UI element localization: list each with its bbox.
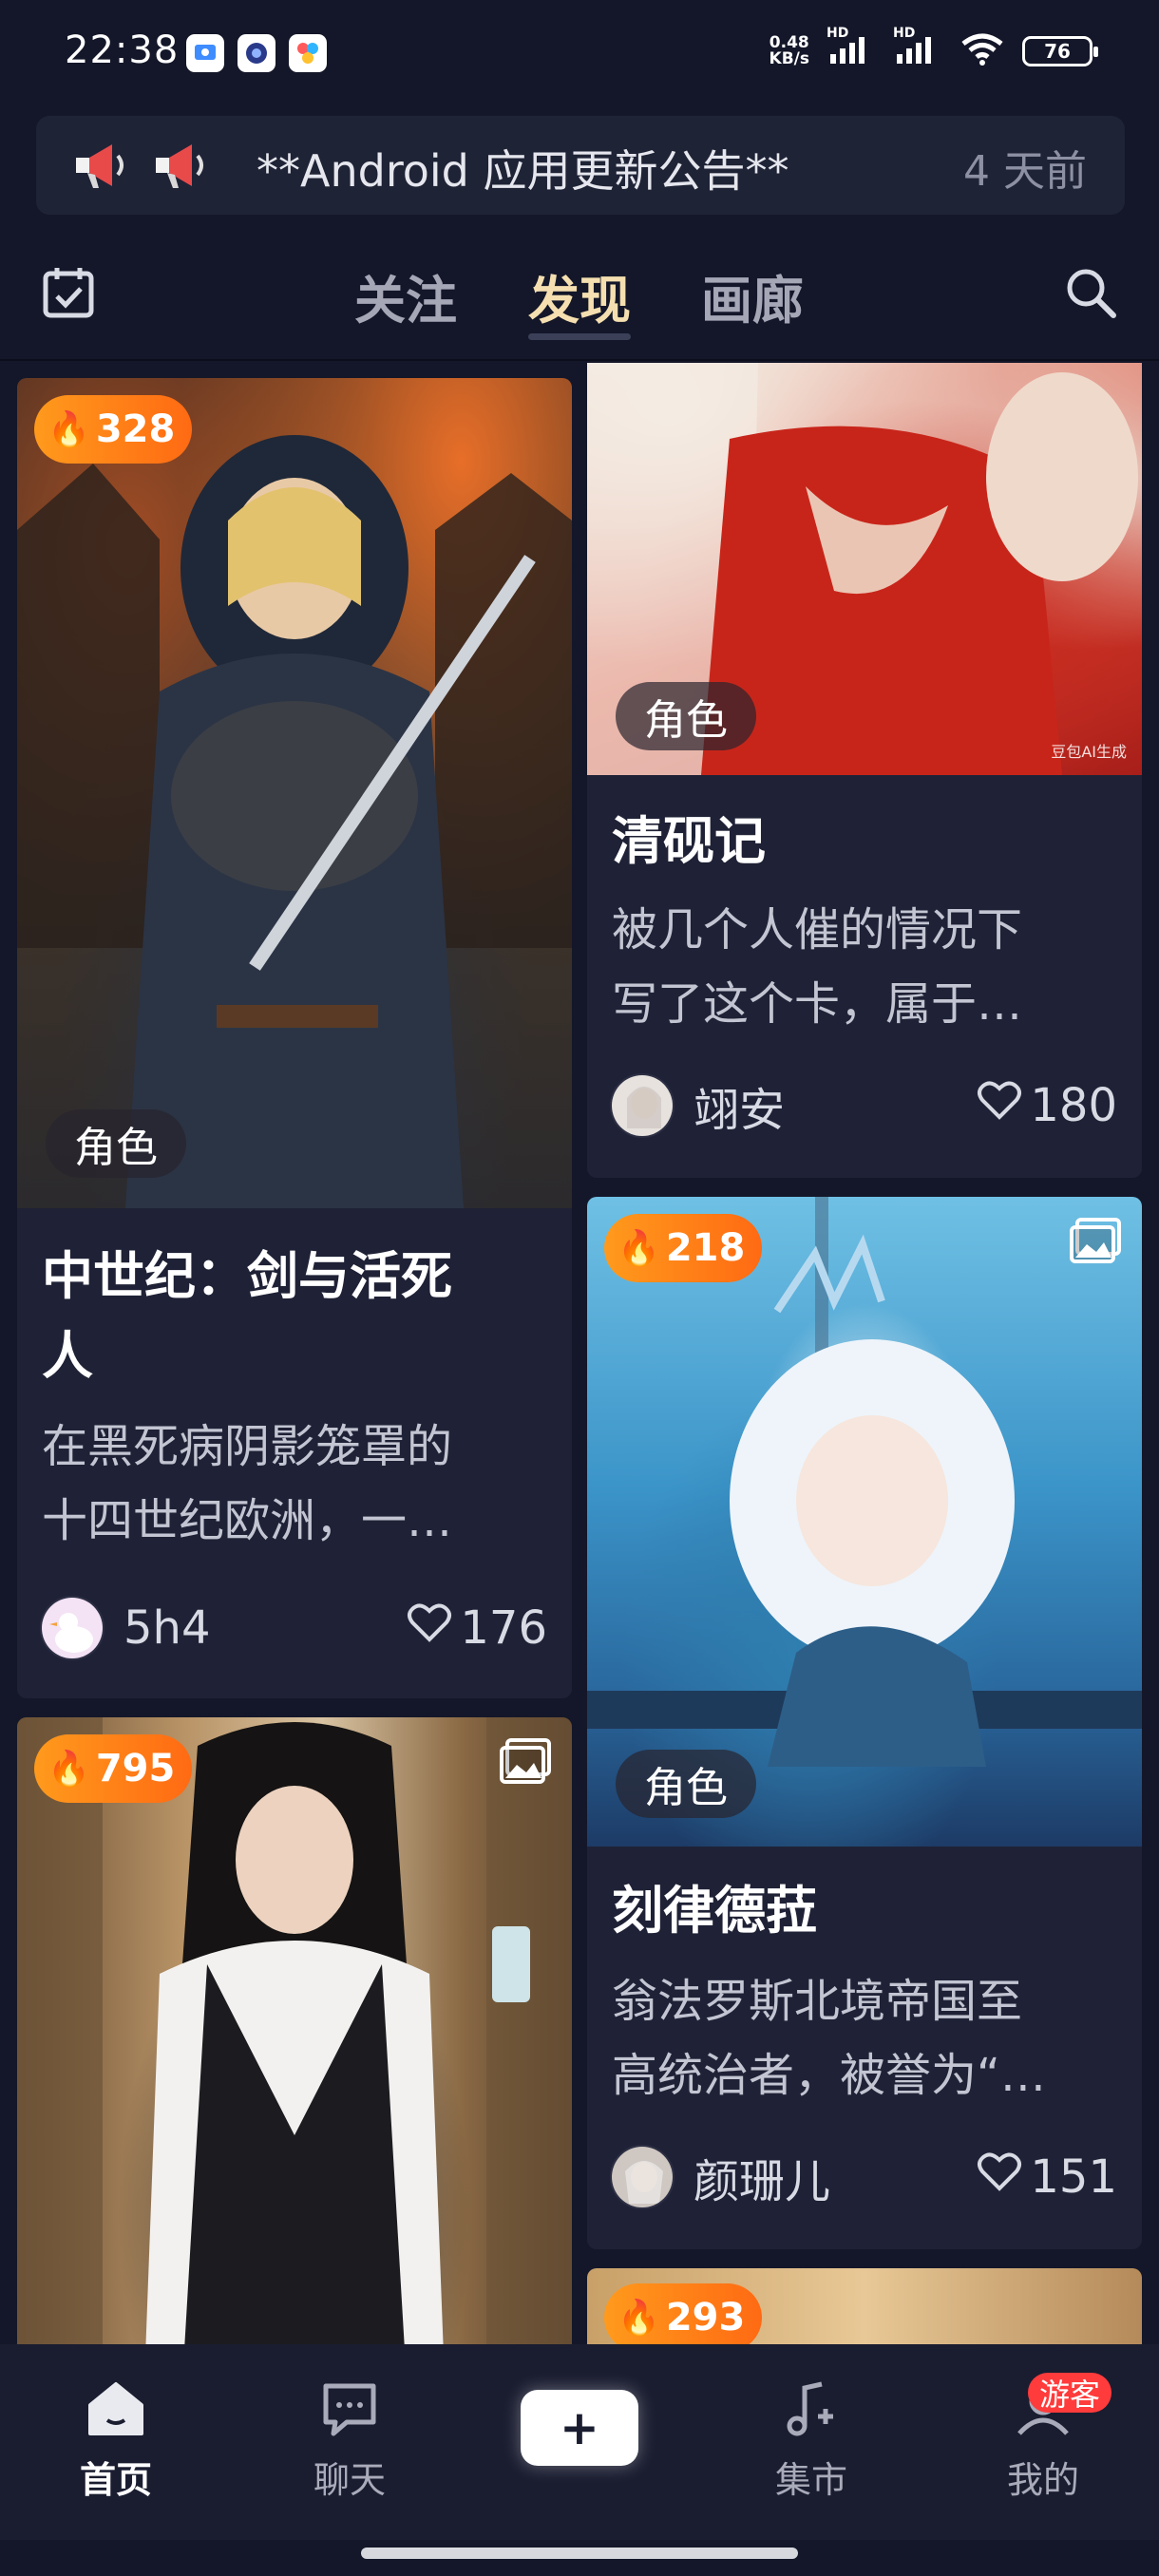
avatar[interactable] — [610, 2145, 674, 2209]
flame-icon: 🔥 — [48, 410, 90, 449]
card-description: 被几个人催的情况下 写了这个卡，属于… — [612, 903, 1023, 1031]
character-card[interactable]: 🔥 218 角色 刻律德菈 翁法罗斯北境帝国至 高统治者，被誉为“… 颜珊儿 1… — [587, 1197, 1142, 2249]
announcement-banner[interactable]: **Android 应用更新公告** 4 天前 — [36, 116, 1125, 215]
author-name[interactable]: 翊安 — [694, 1072, 977, 1139]
gallery-icon — [498, 1736, 553, 1790]
avatar[interactable] — [40, 1596, 104, 1660]
card-image: 🔥 328 角色 — [17, 378, 572, 1208]
wifi-icon — [960, 32, 1005, 70]
active-tab-indicator — [528, 333, 631, 340]
signal-icon: HD — [826, 26, 876, 69]
tab-gallery[interactable]: 画廊 — [701, 258, 804, 333]
status-bar: 22:38 0.48 KB/s HD HD 76 — [0, 0, 1159, 95]
hot-badge: 🔥 795 — [34, 1734, 193, 1803]
megaphone-icon — [70, 139, 129, 196]
card-footer: 翊安 180 — [610, 1071, 1117, 1140]
nav-item-market[interactable]: 集市 — [726, 2378, 897, 2503]
character-card[interactable]: 豆包AI生成 角色 清砚记 被几个人催的情况下 写了这个卡，属于… 翊安 180 — [587, 363, 1142, 1178]
flame-icon: 🔥 — [618, 1229, 660, 1268]
hot-badge: 🔥 218 — [604, 1214, 763, 1282]
card-image: 🔥 795 — [17, 1717, 572, 2382]
profile-icon — [1012, 2387, 1074, 2443]
category-tag: 角色 — [616, 682, 756, 750]
author-name[interactable]: 颜珊儿 — [694, 2144, 977, 2210]
gallery-icon — [1068, 1216, 1123, 1269]
avatar[interactable] — [610, 1073, 674, 1138]
author-name[interactable]: 5h4 — [124, 1601, 407, 1655]
card-footer: 颜珊儿 151 — [610, 2143, 1117, 2211]
signal-icon: HD — [893, 26, 942, 69]
battery-icon: 76 — [1022, 36, 1098, 66]
status-indicators: 0.48 KB/s HD HD 76 — [769, 26, 1098, 70]
home-icon — [85, 2382, 147, 2443]
network-speed: 0.48 KB/s — [769, 33, 809, 68]
card-image: 🔥 218 角色 — [587, 1197, 1142, 1847]
guest-badge: 游客 — [1028, 2373, 1112, 2413]
search-icon[interactable] — [1062, 264, 1119, 325]
home-indicator[interactable] — [361, 2548, 798, 2559]
tab-discover[interactable]: 发现 — [528, 258, 631, 333]
app-notification-icon — [238, 34, 276, 72]
card-footer: 5h4 176 — [40, 1594, 547, 1662]
megaphone-icon — [150, 139, 209, 196]
market-icon — [780, 2381, 843, 2443]
status-time: 22:38 — [65, 28, 180, 72]
hot-badge: 🔥 328 — [34, 395, 193, 464]
like-count[interactable]: 151 — [977, 2150, 1117, 2204]
tab-follow[interactable]: 关注 — [354, 258, 457, 333]
flame-icon: 🔥 — [618, 2299, 660, 2338]
app-notification-icon — [289, 34, 327, 72]
top-nav: 关注 发现 画廊 — [0, 228, 1159, 361]
card-title: 清砚记 — [612, 811, 766, 871]
like-count[interactable]: 176 — [407, 1601, 547, 1655]
heart-icon — [977, 1079, 1022, 1132]
category-tag: 角色 — [616, 1750, 756, 1818]
nav-item-chat[interactable]: 聊天 — [264, 2378, 435, 2503]
bottom-nav: 首页 聊天 + 集市 我的 游客 — [0, 2344, 1159, 2540]
chat-icon — [318, 2383, 381, 2443]
character-card[interactable]: 🔥 328 角色 中世纪：剑与活死 人 在黑死病阴影笼罩的 十四世纪欧洲，一… … — [17, 378, 572, 1698]
heart-icon — [407, 1601, 452, 1655]
card-image: 豆包AI生成 角色 — [587, 363, 1142, 775]
announcement-time: 4 天前 — [963, 147, 1087, 196]
flame-icon: 🔥 — [48, 1750, 90, 1789]
app-notification-icon — [186, 34, 224, 72]
card-title: 中世纪：剑与活死 人 — [42, 1246, 452, 1386]
create-button[interactable]: + — [521, 2390, 638, 2466]
card-description: 翁法罗斯北境帝国至 高统治者，被誉为“… — [612, 1975, 1046, 2102]
like-count[interactable]: 180 — [977, 1079, 1117, 1132]
card-description: 在黑死病阴影笼罩的 十四世纪欧洲，一… — [42, 1420, 453, 1547]
checkin-icon[interactable] — [40, 264, 97, 325]
heart-icon — [977, 2150, 1022, 2204]
card-title: 刻律德菈 — [612, 1881, 817, 1941]
announcement-text: **Android 应用更新公告** — [256, 145, 789, 197]
nav-item-home[interactable]: 首页 — [30, 2378, 201, 2503]
nav-divider — [0, 359, 1159, 361]
hot-badge: 🔥 293 — [604, 2283, 763, 2352]
watermark-text: 豆包AI生成 — [1051, 743, 1127, 761]
plus-icon: + — [560, 2400, 599, 2455]
character-card[interactable]: 🔥 795 — [17, 1717, 572, 2382]
app-screen: 22:38 0.48 KB/s HD HD 76 **Android 应用更新公… — [0, 0, 1159, 2576]
category-tag: 角色 — [46, 1109, 186, 1178]
